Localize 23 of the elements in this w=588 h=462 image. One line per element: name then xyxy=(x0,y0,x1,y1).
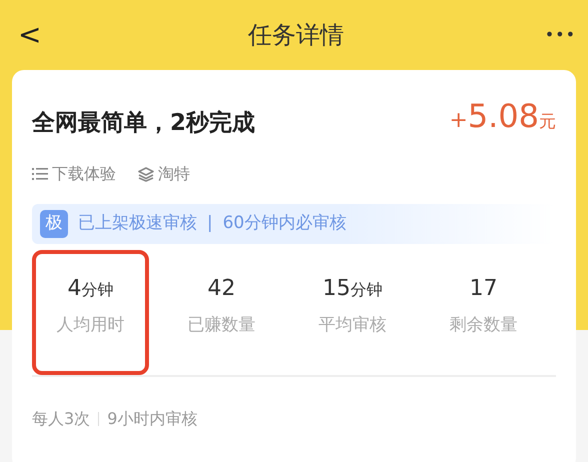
back-button[interactable]: < xyxy=(12,21,48,49)
reward-amount: +5.08元 xyxy=(449,96,556,137)
separator: | xyxy=(207,212,213,236)
banner-note: 60分钟内必审核 xyxy=(222,212,346,236)
tag-label: 淘特 xyxy=(158,163,190,185)
footer-note: 每人3次 xyxy=(32,408,90,430)
stat-label: 已赚数量 xyxy=(186,314,256,337)
stat-value: 15分钟 xyxy=(322,275,384,303)
footer-note: 9小时内审核 xyxy=(107,408,198,430)
list-icon xyxy=(32,167,48,181)
more-button[interactable]: ••• xyxy=(544,23,576,47)
stat-label: 平均审核 xyxy=(318,314,388,337)
task-title: 全网最简单，2秒完成 xyxy=(32,108,256,138)
layers-icon xyxy=(138,166,154,182)
stat-label: 人均用时 xyxy=(56,314,126,337)
stat-value: 17 xyxy=(468,275,498,303)
stat-value: 4分钟 xyxy=(66,275,114,303)
page-title: 任务详情 xyxy=(248,20,344,51)
stat-label: 剩余数量 xyxy=(448,314,518,337)
banner-text: 已上架极速审核 xyxy=(78,212,197,236)
stat-value: 42 xyxy=(206,275,236,303)
tag-label: 下载体验 xyxy=(52,163,116,185)
speed-badge: 极 xyxy=(40,210,68,238)
